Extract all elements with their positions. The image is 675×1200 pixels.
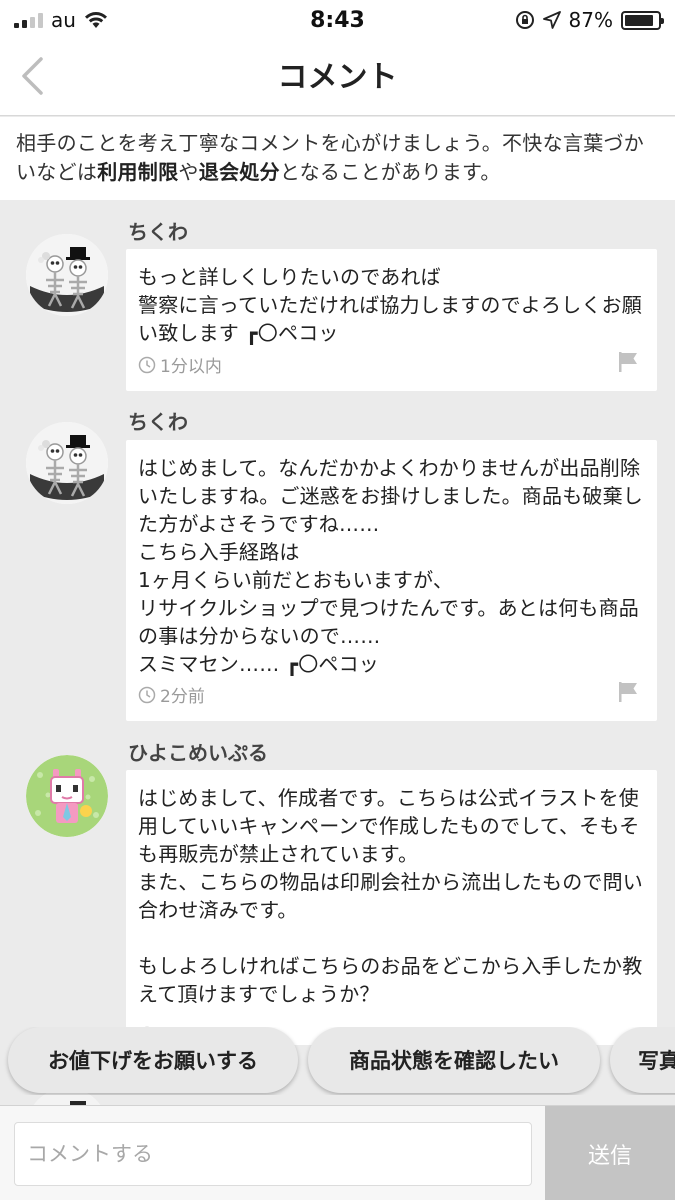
report-flag-icon[interactable] xyxy=(617,351,639,373)
status-bar: au 8:43 87% xyxy=(0,0,675,40)
quick-reply-condition-check[interactable]: 商品状態を確認したい xyxy=(308,1027,600,1093)
comment-time: 2分前 xyxy=(160,687,205,707)
user-avatar[interactable] xyxy=(26,422,108,504)
skeleton-couple-avatar-icon xyxy=(26,422,108,504)
comment-time: 1分以内 xyxy=(160,357,222,377)
wifi-icon xyxy=(84,12,107,28)
clock-icon xyxy=(138,356,156,373)
comment-text: もっと詳しくしりたいのであれば 警察に言っていただければ協力しますのでよろしくお… xyxy=(138,265,642,345)
comment-username[interactable]: ちくわ xyxy=(128,216,188,245)
carrier-label: au xyxy=(51,8,76,32)
page-title: コメント xyxy=(277,60,398,95)
report-flag-icon[interactable] xyxy=(617,681,639,703)
clock-icon xyxy=(138,686,156,703)
comment-bubble: はじめまして、作成者です。こちらは公式イラストを使用していいキャンペーンで作成し… xyxy=(126,770,657,1047)
battery-icon xyxy=(621,10,664,30)
comment-list[interactable]: ちくわ もっと詳しくしりたいのであれば 警察に言っていただければ協力しますのでよ… xyxy=(0,200,675,1105)
comment-username[interactable]: ちくわ xyxy=(128,406,188,435)
comment-input-bar: 送信 xyxy=(0,1105,675,1200)
quick-reply-price-request[interactable]: お値下げをお願いする xyxy=(8,1027,298,1093)
quick-reply-bar: お値下げをお願いする 商品状態を確認したい 写真 xyxy=(0,1027,675,1095)
skeleton-couple-avatar-icon xyxy=(26,234,108,316)
comment-username[interactable]: ひよこめいぷる xyxy=(128,737,268,766)
comment-text: はじめまして。なんだかかよくわかりませんが出品削除いたしますね。ご迷惑をお掛けし… xyxy=(138,456,643,676)
comment-meta: 2分前 xyxy=(138,682,205,707)
comment-bubble: はじめまして。なんだかかよくわかりませんが出品削除いたしますね。ご迷惑をお掛けし… xyxy=(126,440,657,721)
notice-text: となることがあります。 xyxy=(279,160,501,184)
comment-bubble: もっと詳しくしりたいのであれば 警察に言っていただければ協力しますのでよろしくお… xyxy=(126,249,657,391)
location-arrow-icon xyxy=(542,11,561,29)
notice-bold-withdrawal: 退会処分 xyxy=(198,160,280,184)
user-avatar[interactable] xyxy=(26,755,108,837)
comment-guideline-notice: 相手のことを考え丁寧なコメントを心がけましょう。不快な言葉づかいなどは利用制限や… xyxy=(0,117,675,200)
send-button[interactable]: 送信 xyxy=(545,1106,675,1200)
cell-signal-icon xyxy=(14,12,43,28)
battery-percent: 87% xyxy=(568,8,613,32)
notice-bold-usage-restriction: 利用制限 xyxy=(97,160,179,184)
user-avatar[interactable] xyxy=(26,234,108,316)
comment-input[interactable] xyxy=(14,1122,532,1186)
quick-reply-photo[interactable]: 写真 xyxy=(610,1027,675,1093)
comment-text: はじめまして、作成者です。こちらは公式イラストを使用していいキャンペーンで作成し… xyxy=(138,786,643,1006)
nav-bar: コメント xyxy=(0,40,675,116)
comment-meta: 1分以内 xyxy=(138,352,222,377)
pink-character-avatar-icon xyxy=(26,755,108,837)
notice-text: や xyxy=(178,160,199,184)
orientation-lock-icon xyxy=(515,11,534,29)
